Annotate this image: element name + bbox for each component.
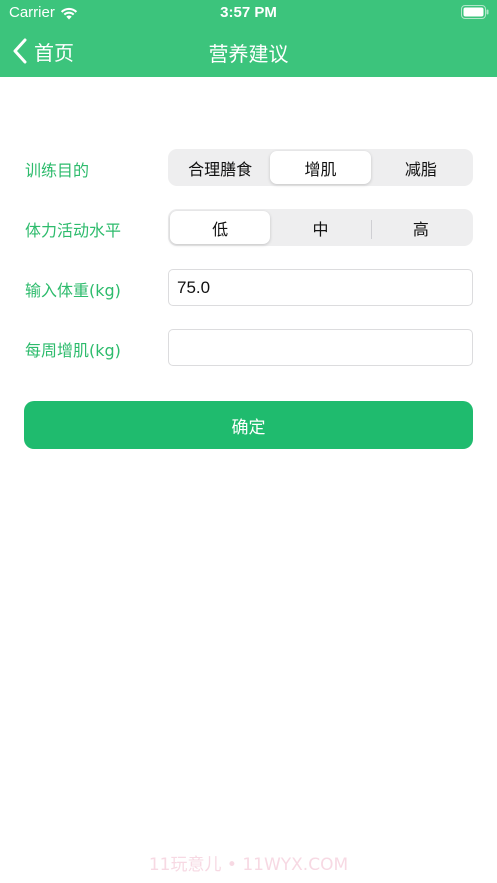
activity-label: 体力活动水平 bbox=[25, 221, 122, 240]
nav-bar: 首页 营养建议 bbox=[0, 26, 497, 77]
status-time: 3:57 PM bbox=[220, 4, 277, 21]
weekly-gain-label: 每周增肌(kg) bbox=[25, 341, 121, 360]
activity-segmented-control: 低 中 高 bbox=[168, 209, 473, 246]
activity-segment-low[interactable]: 低 bbox=[170, 211, 271, 244]
confirm-button[interactable]: 确定 bbox=[24, 401, 473, 449]
page-title: 营养建议 bbox=[208, 42, 289, 66]
weight-row: 输入体重(kg) bbox=[0, 269, 497, 306]
goal-label: 训练目的 bbox=[25, 161, 90, 180]
goal-row: 训练目的 合理膳食 增肌 减脂 bbox=[0, 149, 497, 186]
weekly-gain-row: 每周增肌(kg) bbox=[0, 329, 497, 366]
weight-input[interactable] bbox=[168, 269, 473, 306]
goal-segment-muscle-gain[interactable]: 增肌 bbox=[270, 151, 371, 184]
activity-segment-high[interactable]: 高 bbox=[370, 211, 471, 244]
weight-label: 输入体重(kg) bbox=[25, 281, 121, 300]
activity-row: 体力活动水平 低 中 高 bbox=[0, 209, 497, 246]
activity-segment-medium[interactable]: 中 bbox=[270, 211, 370, 244]
watermark: 11玩意儿 • 11WYX.COM bbox=[148, 855, 349, 875]
weekly-gain-input[interactable] bbox=[168, 329, 473, 366]
goal-segment-fat-loss[interactable]: 减脂 bbox=[371, 151, 471, 184]
status-bar: Carrier 3:57 PM bbox=[0, 0, 497, 26]
battery-icon bbox=[461, 5, 489, 19]
screen: Carrier 3:57 PM 首页 营养建议 训练目的 合理膳食 增肌 减脂 … bbox=[0, 0, 497, 883]
header: Carrier 3:57 PM 首页 营养建议 bbox=[0, 0, 497, 77]
goal-segmented-control: 合理膳食 增肌 减脂 bbox=[168, 149, 473, 186]
goal-segment-balanced-diet[interactable]: 合理膳食 bbox=[170, 151, 270, 184]
